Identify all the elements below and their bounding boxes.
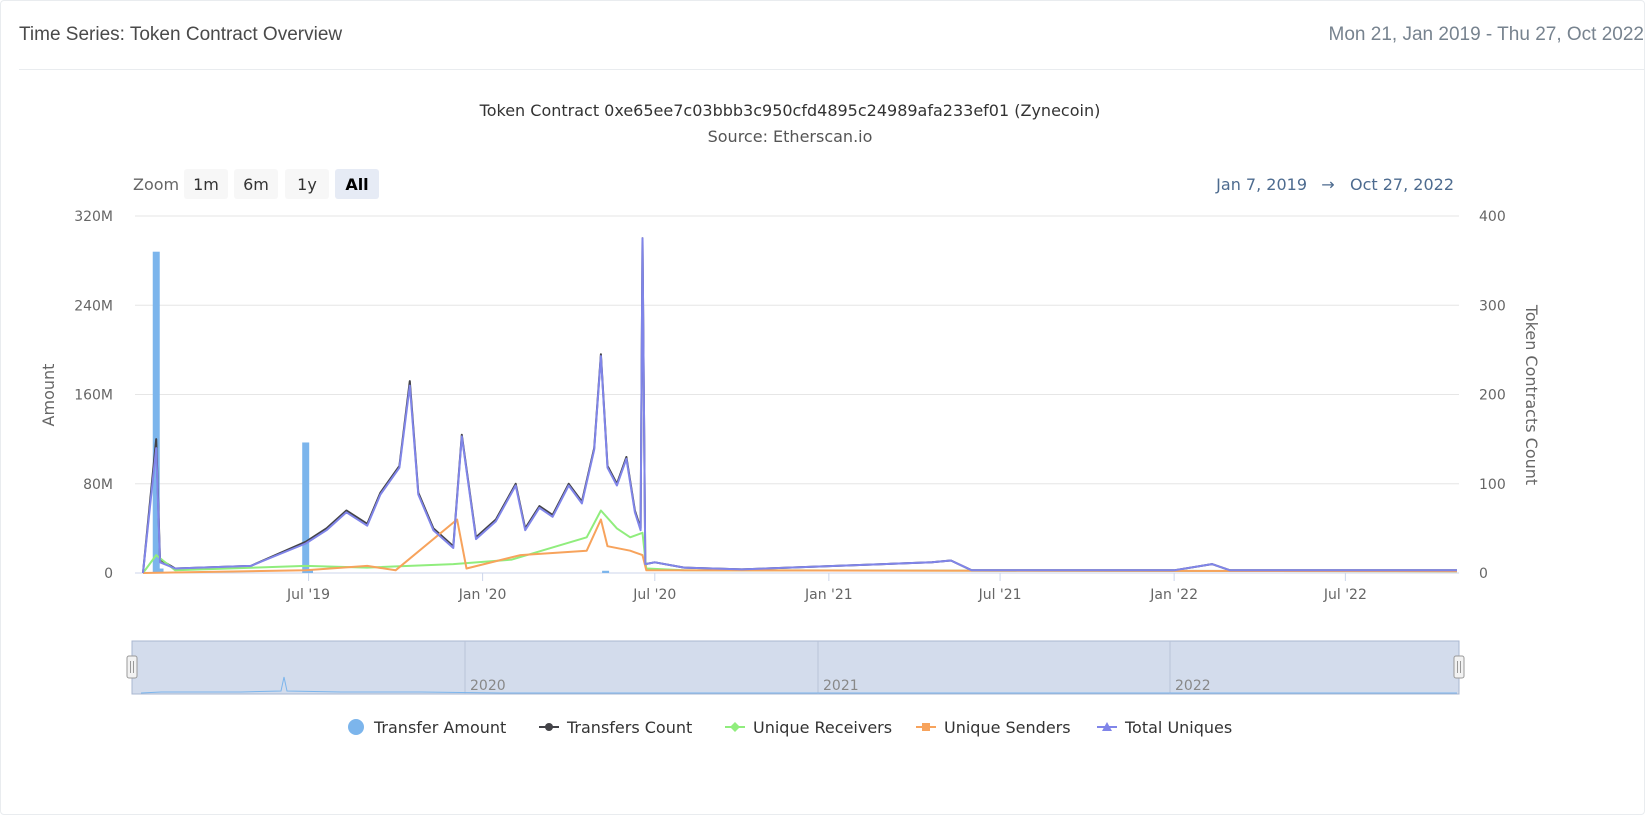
zoom-label: Zoom (133, 175, 179, 194)
y-right-tick-label: 100 (1479, 477, 1506, 493)
legend-item-unique-receivers[interactable]: Unique Receivers (725, 718, 892, 737)
legend-label-total-uniques: Total Uniques (1124, 718, 1232, 737)
time-series-chart: Token Contract 0xe65ee7c03bbb3c950cfd489… (39, 101, 1541, 737)
legend-label-unique-senders: Unique Senders (944, 718, 1071, 737)
legend-marker-transfers-count (545, 723, 553, 731)
legend-marker-unique-senders (922, 723, 930, 731)
y-axis-right-title: Token Contracts Count (1522, 304, 1541, 485)
y-axis-right-ticks: 0 100 200 300 400 (1479, 209, 1506, 582)
range-to[interactable]: Oct 27, 2022 (1350, 175, 1454, 194)
legend-label-transfer-amount: Transfer Amount (373, 718, 506, 737)
navigator-label-2022: 2022 (1175, 678, 1211, 694)
legend-marker-unique-receivers (730, 722, 740, 732)
y-right-tick-label: 0 (1479, 566, 1488, 582)
card-header: Time Series: Token Contract Overview Mon… (19, 1, 1644, 70)
zoom-button-1y[interactable]: 1y (285, 169, 329, 199)
chart-subtitle: Source: Etherscan.io (708, 127, 873, 146)
x-tick-label: Jul '20 (632, 587, 676, 603)
series-line[interactable] (142, 518, 1458, 574)
grid-lines (135, 215, 1459, 574)
navigator-label-2020: 2020 (470, 678, 506, 694)
chart-container: Token Contract 0xe65ee7c03bbb3c950cfd489… (1, 69, 1646, 816)
date-range-display[interactable]: Jan 7, 2019 → Oct 27, 2022 (1215, 175, 1454, 194)
series-unique-receivers[interactable] (142, 509, 1458, 574)
legend-label-unique-receivers: Unique Receivers (753, 718, 892, 737)
x-tick-label: Jul '22 (1323, 587, 1367, 603)
zoom-button-all[interactable]: All (335, 169, 379, 199)
navigator-handle-left[interactable] (126, 655, 138, 679)
card-title: Time Series: Token Contract Overview (19, 24, 343, 45)
navigator-mask[interactable] (131, 640, 1460, 695)
y-right-tick-label: 400 (1479, 209, 1506, 225)
series-line[interactable] (142, 237, 1457, 574)
series-total-uniques[interactable] (142, 237, 1457, 574)
column-bar[interactable] (302, 442, 310, 573)
card-date-range: Mon 21, Jan 2019 - Thu 27, Oct 2022 (1328, 24, 1644, 45)
legend-item-total-uniques[interactable]: Total Uniques (1097, 718, 1232, 737)
y-left-tick-label: 160M (74, 388, 113, 404)
y-right-tick-label: 300 (1479, 298, 1506, 314)
y-right-tick-label: 200 (1479, 388, 1506, 404)
series-unique-senders[interactable] (142, 518, 1458, 574)
series-line[interactable] (142, 509, 1458, 574)
legend-item-transfer-amount[interactable]: Transfer Amount (348, 718, 506, 737)
plot-area[interactable] (142, 237, 1458, 574)
x-axis-ticks: Jul '19 Jan '20 Jul '20 Jan '21 Jul '21 Jan '… (135, 572, 1459, 603)
legend: Transfer Amount Transfers Count Unique R… (348, 718, 1232, 737)
zoom-button-1m[interactable]: 1m (184, 169, 228, 199)
x-tick-label: Jul '19 (286, 587, 330, 603)
navigator-handle-right[interactable] (1453, 655, 1465, 679)
series-transfers-count[interactable] (142, 237, 1457, 574)
legend-item-transfers-count[interactable]: Transfers Count (539, 718, 692, 737)
zoom-button-all-label: All (345, 175, 368, 194)
y-left-tick-label: 240M (74, 298, 113, 314)
legend-marker-transfer-amount (348, 719, 364, 735)
legend-item-unique-senders[interactable]: Unique Senders (916, 718, 1071, 737)
x-tick-label: Jan '21 (804, 587, 853, 603)
range-arrow: → (1321, 175, 1334, 194)
series-line[interactable] (142, 237, 1457, 574)
zoom-button-1m-label: 1m (193, 175, 219, 194)
chart-title: Token Contract 0xe65ee7c03bbb3c950cfd489… (479, 101, 1101, 120)
series-transfer-amount[interactable] (152, 251, 610, 573)
legend-label-transfers-count: Transfers Count (566, 718, 692, 737)
zoom-button-6m-label: 6m (243, 175, 269, 194)
y-left-tick-label: 0 (104, 566, 113, 582)
navigator[interactable]: 2020 2021 2022 (126, 640, 1465, 695)
y-left-tick-label: 320M (74, 209, 113, 225)
x-tick-label: Jul '21 (978, 587, 1022, 603)
zoom-selector: Zoom 1m 6m 1y All (133, 169, 379, 199)
zoom-button-6m[interactable]: 6m (234, 169, 278, 199)
chart-card: Time Series: Token Contract Overview Mon… (0, 0, 1645, 815)
zoom-button-1y-label: 1y (297, 175, 317, 194)
range-from[interactable]: Jan 7, 2019 (1215, 175, 1307, 194)
y-left-tick-label: 80M (83, 477, 113, 493)
column-bar[interactable] (602, 570, 610, 573)
y-axis-left-ticks: 0 80M 160M 240M 320M (74, 209, 113, 582)
x-tick-label: Jan '20 (458, 587, 507, 603)
y-axis-left-title: Amount (39, 364, 58, 427)
x-tick-label: Jan '22 (1149, 587, 1198, 603)
navigator-label-2021: 2021 (823, 678, 859, 694)
